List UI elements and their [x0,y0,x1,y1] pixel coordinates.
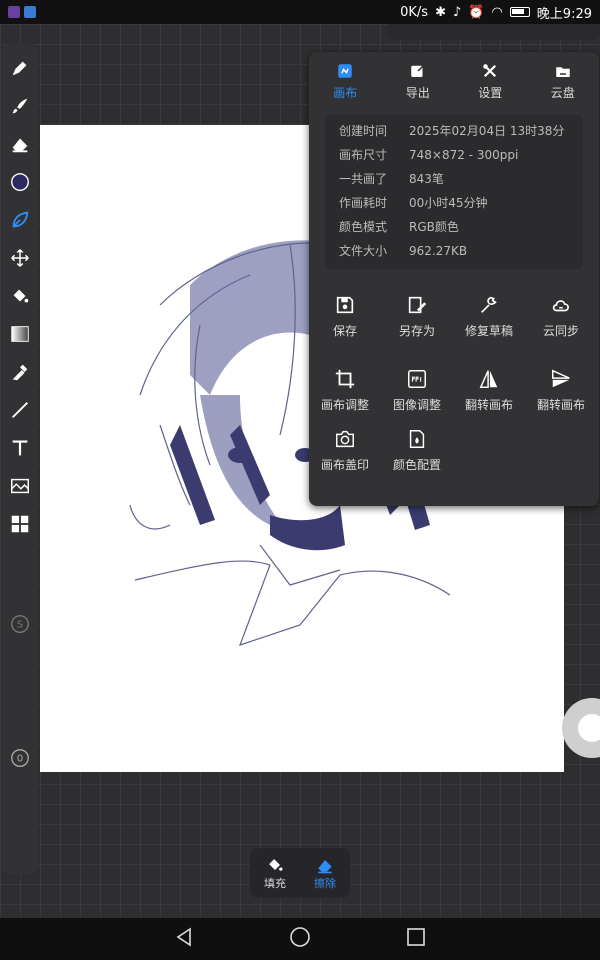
info-row: 颜色模式 RGB颜色 [339,220,459,234]
image-adjust-tool[interactable] [6,472,34,500]
home-button[interactable] [288,925,312,953]
status-bar: 0K/s ✱ ♪ ⏰ ◠ 晚上9:29 [0,0,600,24]
app-icon-1 [8,6,20,18]
settings-icon [483,64,497,78]
canvas-icon [338,64,352,78]
paint-bucket-icon [13,289,29,303]
eyedropper-icon [12,364,28,381]
stabilizer-s-icon: S [11,615,29,633]
save-as-icon [408,296,427,313]
back-triangle-icon [176,927,191,947]
crop-icon [335,369,355,388]
wifi-icon: ◠ [491,4,503,20]
current-color-icon [11,173,29,191]
cloud-drive-icon [556,67,570,77]
pen-icon [12,61,27,76]
cloud-sync-button[interactable]: 云同步 [525,279,597,353]
color-picker-swatch[interactable] [6,168,34,196]
home-circle-icon [290,927,310,947]
layer-count-button[interactable]: 0 [6,744,34,772]
canvas-info-box: 创建时间 2025年02月04日 13时38分 画布尺寸 748×872 - 300… [325,115,583,269]
panel-tabs: 画布 导出 设置 云盘 [309,52,599,101]
battery-level-fill [511,9,524,14]
flip-vertical-button[interactable]: 翻转画布 [525,353,597,427]
lasso-tool[interactable] [6,206,34,234]
pen-tool[interactable] [6,54,34,82]
move-icon [11,249,29,267]
grid-icon [11,515,29,533]
save-button[interactable]: 保存 [309,279,381,353]
mute-icon: ♪ [452,4,462,20]
image-icon [11,478,29,494]
tab-cloud-drive[interactable]: 云盘 [533,62,593,101]
color-profile-button[interactable]: 颜色配置 [381,413,453,487]
wrench-icon [481,296,497,313]
back-button[interactable] [172,925,196,953]
tab-canvas[interactable]: 画布 [315,62,375,101]
text-icon [12,440,28,456]
cloud-sync-icon [552,299,569,311]
line-icon [12,402,28,418]
svg-text:0: 0 [17,754,23,765]
eyedropper-tool[interactable] [6,358,34,386]
action-row-1: 保存 另存为 修复草稿 云同步 [309,269,599,353]
info-row: 作画耗时 00小时45分钟 [339,196,488,210]
gradient-icon [11,326,29,342]
export-icon [411,63,426,77]
eraser-tool[interactable] [6,130,34,158]
info-row: 一共画了 843笔 [339,172,444,186]
brush-tool[interactable] [6,92,34,120]
leaf-lasso-icon [12,211,29,228]
flip-horizontal-button[interactable]: 翻转画布 [453,353,525,427]
alarm-icon: ⏰ [468,4,485,20]
info-row: 文件大小 962.27KB [339,244,468,258]
text-tool[interactable] [6,434,34,462]
save-as-button[interactable]: 另存为 [381,279,453,353]
repair-draft-button[interactable]: 修复草稿 [453,279,525,353]
gradient-tool[interactable] [6,320,34,348]
recents-square-icon [407,928,425,946]
canvas-stamp-button[interactable]: 画布盖印 [309,413,381,487]
bluetooth-icon: ✱ [435,4,446,20]
flip-vertical-icon [552,369,570,387]
network-speed: 0K/s [400,4,429,20]
zero-circle-icon: 0 [11,749,29,767]
ppi-icon [408,369,426,388]
eraser-icon [12,138,28,153]
brush-icon [12,98,28,114]
flip-horizontal-icon [479,369,498,388]
fill-tool[interactable] [6,282,34,310]
erase-mode-button[interactable]: 擦除 [314,855,336,891]
system-nav-bar [0,918,600,960]
svg-text:S: S [17,620,23,631]
clock: 晚上9:29 [536,6,592,22]
left-toolbar: S 0 [2,44,38,874]
color-profile-icon [409,429,425,448]
top-menu-strip [388,24,600,40]
paint-bucket-icon [269,859,283,871]
tab-export[interactable]: 导出 [388,62,448,101]
fill-erase-bar: 填充 擦除 [250,848,350,898]
canvas-menu-panel: 画布 导出 设置 云盘 创建时间 2025年02月04日 13时38分 画布尺寸 7… [309,52,599,506]
fill-mode-button[interactable]: 填充 [264,855,286,891]
camera-icon [336,430,354,447]
save-icon [336,296,354,313]
eraser-icon [318,860,332,874]
info-row: 创建时间 2025年02月04日 13时38分 [339,124,565,138]
battery-icon [509,7,530,17]
line-tool[interactable] [6,396,34,424]
app-icon-2 [24,6,36,18]
layout-tool[interactable] [6,510,34,538]
info-row: 画布尺寸 748×872 - 300ppi [339,148,519,162]
tab-settings[interactable]: 设置 [460,62,520,101]
recents-button[interactable] [404,925,428,953]
move-tool[interactable] [6,244,34,272]
stabilizer-button[interactable]: S [6,610,34,638]
